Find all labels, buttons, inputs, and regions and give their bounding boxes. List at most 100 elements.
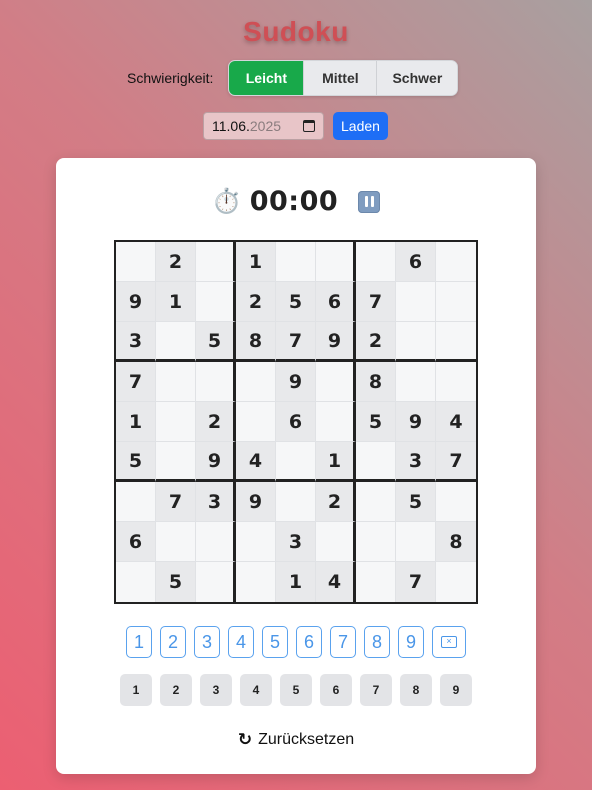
sudoku-cell[interactable]: 8 <box>436 522 476 562</box>
sudoku-cell[interactable]: 9 <box>116 282 156 322</box>
sudoku-cell[interactable]: 3 <box>276 522 316 562</box>
number-button-4[interactable]: 4 <box>228 626 254 658</box>
sudoku-cell[interactable]: 4 <box>436 402 476 442</box>
sudoku-cell[interactable]: 2 <box>156 242 196 282</box>
sudoku-cell[interactable] <box>116 242 156 282</box>
sudoku-cell[interactable] <box>156 322 196 362</box>
sudoku-cell[interactable]: 9 <box>236 482 276 522</box>
sudoku-cell[interactable] <box>436 282 476 322</box>
number-button-5[interactable]: 5 <box>262 626 288 658</box>
sudoku-cell[interactable] <box>436 242 476 282</box>
sudoku-cell[interactable] <box>316 402 356 442</box>
number-button-3[interactable]: 3 <box>194 626 220 658</box>
note-button-9[interactable]: 9 <box>440 674 472 706</box>
sudoku-cell[interactable] <box>276 442 316 482</box>
sudoku-cell[interactable]: 7 <box>116 362 156 402</box>
sudoku-cell[interactable] <box>276 242 316 282</box>
sudoku-cell[interactable] <box>196 362 236 402</box>
sudoku-cell[interactable]: 1 <box>156 282 196 322</box>
sudoku-cell[interactable]: 1 <box>316 442 356 482</box>
sudoku-cell[interactable] <box>196 522 236 562</box>
sudoku-cell[interactable] <box>396 362 436 402</box>
sudoku-cell[interactable]: 9 <box>316 322 356 362</box>
sudoku-cell[interactable] <box>436 482 476 522</box>
number-button-6[interactable]: 6 <box>296 626 322 658</box>
sudoku-cell[interactable] <box>396 282 436 322</box>
sudoku-cell[interactable]: 2 <box>196 402 236 442</box>
sudoku-cell[interactable] <box>356 482 396 522</box>
number-button-1[interactable]: 1 <box>126 626 152 658</box>
sudoku-cell[interactable]: 6 <box>276 402 316 442</box>
load-button[interactable]: Laden <box>333 112 388 140</box>
note-button-6[interactable]: 6 <box>320 674 352 706</box>
sudoku-cell[interactable]: 2 <box>236 282 276 322</box>
sudoku-cell[interactable]: 5 <box>116 442 156 482</box>
sudoku-cell[interactable]: 3 <box>116 322 156 362</box>
sudoku-cell[interactable] <box>236 522 276 562</box>
sudoku-cell[interactable]: 3 <box>396 442 436 482</box>
sudoku-cell[interactable]: 7 <box>356 282 396 322</box>
sudoku-cell[interactable]: 2 <box>316 482 356 522</box>
sudoku-cell[interactable]: 4 <box>316 562 356 602</box>
sudoku-cell[interactable]: 8 <box>236 322 276 362</box>
sudoku-cell[interactable] <box>396 322 436 362</box>
sudoku-cell[interactable] <box>196 282 236 322</box>
sudoku-cell[interactable] <box>156 402 196 442</box>
number-button-9[interactable]: 9 <box>398 626 424 658</box>
sudoku-cell[interactable] <box>116 482 156 522</box>
sudoku-cell[interactable]: 9 <box>276 362 316 402</box>
sudoku-cell[interactable] <box>276 482 316 522</box>
note-button-5[interactable]: 5 <box>280 674 312 706</box>
difficulty-medium-button[interactable]: Mittel <box>303 61 377 95</box>
sudoku-cell[interactable]: 4 <box>236 442 276 482</box>
sudoku-cell[interactable]: 5 <box>356 402 396 442</box>
sudoku-cell[interactable] <box>436 322 476 362</box>
sudoku-cell[interactable] <box>196 562 236 602</box>
pause-button[interactable] <box>358 190 381 213</box>
sudoku-cell[interactable] <box>236 562 276 602</box>
sudoku-cell[interactable] <box>436 362 476 402</box>
sudoku-cell[interactable] <box>396 522 436 562</box>
sudoku-cell[interactable] <box>356 562 396 602</box>
sudoku-cell[interactable] <box>356 522 396 562</box>
sudoku-cell[interactable]: 5 <box>396 482 436 522</box>
sudoku-cell[interactable]: 6 <box>396 242 436 282</box>
sudoku-cell[interactable] <box>156 442 196 482</box>
calendar-icon[interactable] <box>303 120 315 132</box>
sudoku-cell[interactable]: 7 <box>276 322 316 362</box>
sudoku-cell[interactable]: 7 <box>436 442 476 482</box>
number-button-2[interactable]: 2 <box>160 626 186 658</box>
note-button-1[interactable]: 1 <box>120 674 152 706</box>
sudoku-cell[interactable]: 1 <box>276 562 316 602</box>
sudoku-cell[interactable] <box>316 522 356 562</box>
sudoku-cell[interactable]: 1 <box>116 402 156 442</box>
sudoku-cell[interactable] <box>116 562 156 602</box>
note-button-7[interactable]: 7 <box>360 674 392 706</box>
number-button-8[interactable]: 8 <box>364 626 390 658</box>
sudoku-cell[interactable] <box>316 242 356 282</box>
sudoku-cell[interactable] <box>356 242 396 282</box>
sudoku-cell[interactable] <box>236 402 276 442</box>
sudoku-cell[interactable] <box>236 362 276 402</box>
note-button-4[interactable]: 4 <box>240 674 272 706</box>
sudoku-cell[interactable] <box>436 562 476 602</box>
sudoku-cell[interactable] <box>356 442 396 482</box>
sudoku-cell[interactable]: 5 <box>196 322 236 362</box>
sudoku-cell[interactable]: 2 <box>356 322 396 362</box>
sudoku-cell[interactable] <box>316 362 356 402</box>
difficulty-easy-button[interactable]: Leicht <box>229 61 304 95</box>
sudoku-cell[interactable]: 9 <box>196 442 236 482</box>
sudoku-cell[interactable] <box>196 242 236 282</box>
difficulty-hard-button[interactable]: Schwer <box>376 61 458 95</box>
note-button-8[interactable]: 8 <box>400 674 432 706</box>
note-button-3[interactable]: 3 <box>200 674 232 706</box>
erase-button[interactable]: × <box>432 626 466 658</box>
sudoku-cell[interactable]: 3 <box>196 482 236 522</box>
sudoku-cell[interactable]: 7 <box>396 562 436 602</box>
sudoku-cell[interactable]: 5 <box>156 562 196 602</box>
sudoku-cell[interactable]: 9 <box>396 402 436 442</box>
sudoku-cell[interactable]: 5 <box>276 282 316 322</box>
sudoku-cell[interactable] <box>156 362 196 402</box>
sudoku-cell[interactable]: 1 <box>236 242 276 282</box>
sudoku-cell[interactable]: 6 <box>116 522 156 562</box>
